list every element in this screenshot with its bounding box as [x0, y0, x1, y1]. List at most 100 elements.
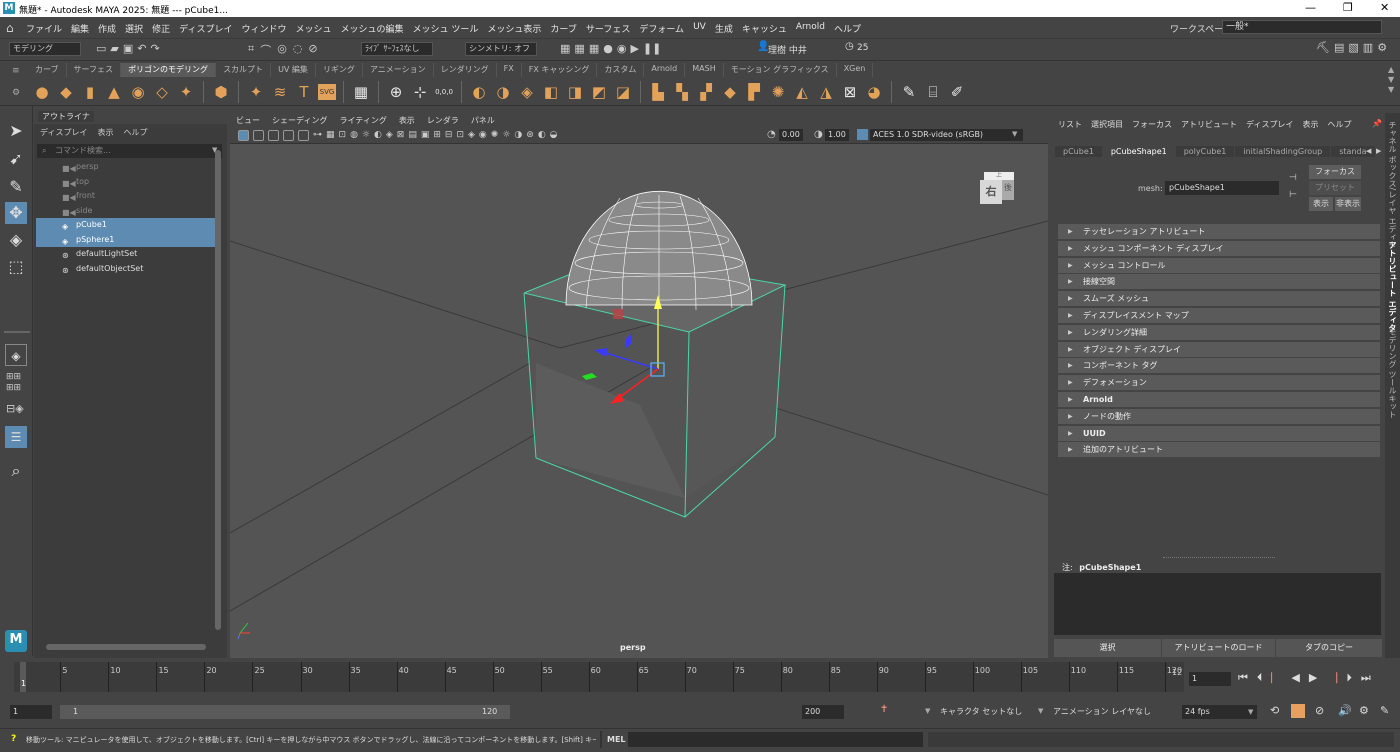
attribute-menu-item[interactable]: 選択項目	[1091, 119, 1123, 130]
tab-scroll-left-icon[interactable]: ◀	[1366, 147, 1371, 155]
lasso-tool-icon[interactable]: ➹	[5, 148, 27, 170]
menu-item[interactable]: デフォーム	[639, 22, 684, 35]
attribute-section[interactable]: メッシュ コントロール	[1058, 257, 1380, 273]
wireframe-icon[interactable]: ⊡	[339, 130, 347, 141]
attribute-tab[interactable]: pCube1	[1055, 146, 1102, 157]
reset-transform-icon[interactable]: 0,0,0	[434, 82, 454, 102]
modeling-toolkit-icon[interactable]: ⛏	[1316, 41, 1330, 54]
type-tool-icon[interactable]: T	[294, 82, 314, 102]
pin-icon[interactable]: 📌	[1372, 119, 1382, 128]
attribute-section[interactable]: 追加のアトリビュート	[1058, 442, 1380, 458]
settings-icon[interactable]: ✎	[1380, 704, 1389, 717]
smooth-shade-icon[interactable]: ◍	[350, 130, 358, 141]
cube-face-front[interactable]	[535, 363, 685, 498]
outliner-item-pCube1[interactable]: ◈ pCube1	[36, 218, 216, 233]
shelf-tab[interactable]: モーション グラフィックス	[724, 63, 837, 77]
menu-item[interactable]: カーブ	[550, 22, 576, 35]
viewport-menu-item[interactable]: ビュー	[236, 115, 260, 126]
outliner-item-front[interactable]: ■◀ front	[36, 189, 216, 204]
attribute-menu-item[interactable]: ディスプレイ	[1246, 119, 1293, 130]
snap-view-icon[interactable]: ⊘	[308, 42, 317, 58]
arnold-render-icon[interactable]: ▶	[630, 42, 638, 55]
delete-edge-icon[interactable]: ⊠	[840, 82, 860, 102]
snap-point-icon[interactable]: ◎	[277, 42, 287, 58]
paint-select-icon[interactable]: ✎	[5, 176, 27, 198]
sound-icon[interactable]: 🔊	[1338, 704, 1352, 717]
view-cube-right-face[interactable]: 右	[980, 180, 1002, 204]
command-input[interactable]	[628, 732, 923, 747]
shelf-tab[interactable]: アニメーション	[363, 63, 434, 77]
lights-icon[interactable]: ☼	[362, 130, 370, 141]
attribute-editor-toggle-icon[interactable]: ▤	[1334, 41, 1344, 54]
notes-textarea[interactable]	[1054, 573, 1381, 635]
grease-pencil-icon[interactable]: ⌸	[923, 82, 943, 102]
snap-curve-icon[interactable]: ⌒	[260, 42, 271, 58]
side-by-side-layout-icon[interactable]: ⊟◈	[6, 402, 24, 415]
attribute-section[interactable]: オブジェクト ディスプレイ	[1058, 341, 1380, 357]
maya-home-icon[interactable]: M	[5, 630, 27, 652]
insert-edge-loop-icon[interactable]: ▛	[744, 82, 764, 102]
colorspace-select[interactable]: ACES 1.0 SDR-video (sRGB)	[870, 129, 1023, 141]
side-tab-modeling-toolkit[interactable]: モデリング ツールキット	[1387, 328, 1398, 419]
poly-cone-icon[interactable]: ▲	[104, 82, 124, 102]
pencil-icon[interactable]: ✎	[899, 82, 919, 102]
new-scene-icon[interactable]: ▭	[96, 42, 106, 55]
outliner-scrollbar[interactable]	[215, 150, 221, 630]
gate-mask-icon[interactable]	[298, 130, 309, 141]
target-weld-icon[interactable]: ◭	[792, 82, 812, 102]
channel-box-toggle-icon[interactable]: ▥	[1363, 41, 1373, 54]
attribute-menu-item[interactable]: ヘルプ	[1327, 119, 1351, 130]
texture-icon[interactable]: ◈	[468, 130, 475, 141]
chevron-down-icon[interactable]: ▼	[1038, 707, 1043, 715]
move-tool-icon[interactable]: ✥	[5, 202, 27, 224]
attribute-section[interactable]: 接線空間	[1058, 274, 1380, 290]
outliner-menu-item[interactable]: ディスプレイ	[40, 127, 87, 138]
manip-z-arrow[interactable]	[594, 348, 608, 357]
platonic-solid-icon[interactable]: ⬢	[211, 82, 231, 102]
search-icon[interactable]: ⌕	[5, 460, 27, 482]
collapse-icon[interactable]: ◮	[816, 82, 836, 102]
side-tab-attribute-editor[interactable]: アトリビュート エディタ	[1387, 241, 1398, 332]
exposure-field[interactable]: 0.00	[779, 129, 803, 141]
step-back-key-icon[interactable]: ⎸	[1271, 671, 1282, 685]
anti-alias-icon[interactable]: ☼	[502, 130, 510, 141]
menu-item[interactable]: キャッシュ	[742, 22, 787, 35]
poly-sphere-icon[interactable]: ●	[32, 82, 52, 102]
select-camera-icon[interactable]	[238, 130, 249, 141]
boolean-union-icon[interactable]: ◈	[517, 82, 537, 102]
grid-toggle-icon[interactable]: ▦	[326, 130, 335, 141]
menu-item[interactable]: メッシュ ツール	[413, 22, 479, 35]
smooth-icon[interactable]: ◪	[613, 82, 633, 102]
play-forward-icon[interactable]: ▶	[1309, 671, 1317, 685]
manip-xz-plane[interactable]	[582, 373, 597, 380]
menu-item[interactable]: ヘルプ	[834, 22, 861, 35]
svg-tool-icon[interactable]: SVG	[318, 84, 336, 100]
field-chart-icon[interactable]: ⊞	[433, 130, 441, 141]
menu-item[interactable]: メッシュの編集	[340, 22, 403, 35]
separate-icon[interactable]: ◑	[493, 82, 513, 102]
boolean-diff-icon[interactable]: ◧	[541, 82, 561, 102]
outliner-tab[interactable]: アウトライナ	[38, 111, 94, 122]
focus-button[interactable]: フォーカス	[1309, 165, 1361, 179]
render-icon[interactable]: ▦	[574, 42, 584, 55]
four-view-layout-icon[interactable]: ⊞⊞ ⊞⊞	[6, 372, 21, 394]
xray-icon[interactable]: ◈	[386, 130, 393, 141]
manip-xy-plane[interactable]	[613, 309, 623, 319]
save-scene-icon[interactable]: ▣	[123, 42, 133, 55]
attribute-section[interactable]: メッシュ コンポーネント ディスプレイ	[1058, 240, 1380, 256]
start-time-field[interactable]: 1	[10, 705, 52, 719]
side-tab-channel-box[interactable]: チャネル ボックス/レイヤ エディタ	[1387, 121, 1398, 249]
shadows-icon[interactable]: ◐	[374, 130, 382, 141]
select-tool-icon[interactable]: ➤	[5, 120, 27, 142]
attribute-section[interactable]: テッセレーション アトリビュート	[1058, 224, 1380, 239]
symmetry-select[interactable]: シンメトリ: オフ	[465, 42, 537, 56]
depth-of-field-icon[interactable]: ◑	[514, 130, 522, 141]
ipr-icon[interactable]: ▦	[589, 42, 599, 55]
shelf-scroll-icon[interactable]: ▲ ▼ ▼	[1388, 65, 1394, 95]
viewport-menu-item[interactable]: パネル	[471, 115, 495, 126]
shelf-tab[interactable]: カーブ	[28, 63, 67, 77]
snap-grid-icon[interactable]: ⌗	[248, 42, 254, 58]
sweep-mesh-icon[interactable]: ≋	[270, 82, 290, 102]
go-output-icon[interactable]: ⊢	[1289, 190, 1297, 200]
shelf-tab[interactable]: XGen	[837, 63, 874, 77]
